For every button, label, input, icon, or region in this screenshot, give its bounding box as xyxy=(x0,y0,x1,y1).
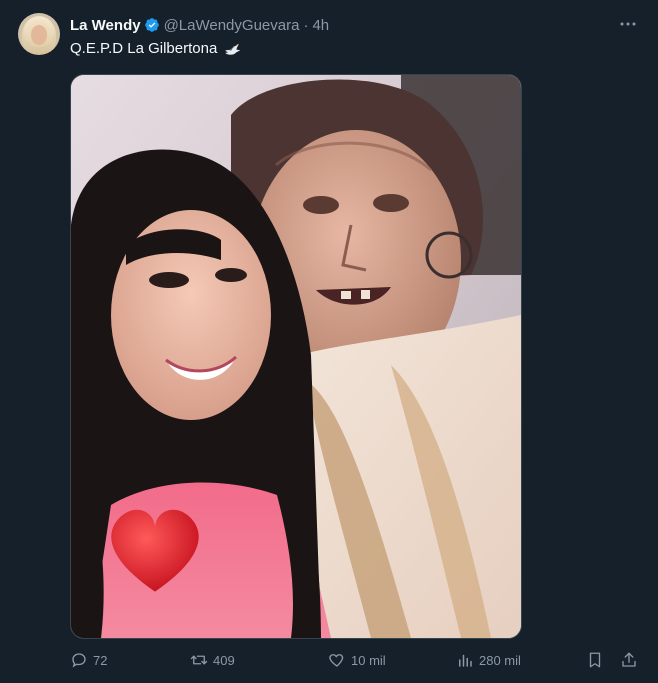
like-icon xyxy=(329,654,344,667)
views-count: 280 mil xyxy=(479,652,521,668)
retweet-button[interactable]: 409 xyxy=(190,651,235,669)
dove-icon xyxy=(225,43,241,55)
avatar[interactable] xyxy=(18,13,60,55)
bookmark-icon xyxy=(589,652,601,668)
photo-image xyxy=(71,75,521,638)
retweet-icon xyxy=(190,655,208,665)
views-button[interactable]: 280 mil xyxy=(456,651,521,669)
reply-icon xyxy=(72,653,86,668)
author-handle[interactable]: @LaWendyGuevara xyxy=(164,17,300,34)
views-icon xyxy=(459,654,472,667)
tweet-text-content: Q.E.P.D La Gilbertona xyxy=(70,40,218,57)
action-bar: 72 409 10 mil 280 mil xyxy=(70,651,640,673)
tweet-photo[interactable] xyxy=(70,74,522,639)
reply-count: 72 xyxy=(93,652,108,668)
share-button[interactable] xyxy=(620,651,638,669)
like-count: 10 mil xyxy=(351,652,386,668)
share-icon xyxy=(622,652,636,667)
verified-badge-icon xyxy=(144,18,159,32)
bookmark-button[interactable] xyxy=(586,651,604,669)
avatar-face xyxy=(31,25,47,45)
reply-button[interactable]: 72 xyxy=(70,651,107,669)
author-name[interactable]: La Wendy xyxy=(70,17,141,34)
retweet-count: 409 xyxy=(213,652,235,668)
like-button[interactable]: 10 mil xyxy=(328,651,386,669)
separator-dot: · xyxy=(303,16,309,34)
tweet[interactable]: La Wendy @LaWendyGuevara · 4h Q.E.P.D La… xyxy=(0,0,658,683)
tweet-text: Q.E.P.D La Gilbertona xyxy=(70,40,241,57)
timestamp[interactable]: 4h xyxy=(312,17,329,34)
tweet-header: La Wendy @LaWendyGuevara · 4h xyxy=(70,15,638,35)
more-options-icon[interactable] xyxy=(618,14,638,34)
